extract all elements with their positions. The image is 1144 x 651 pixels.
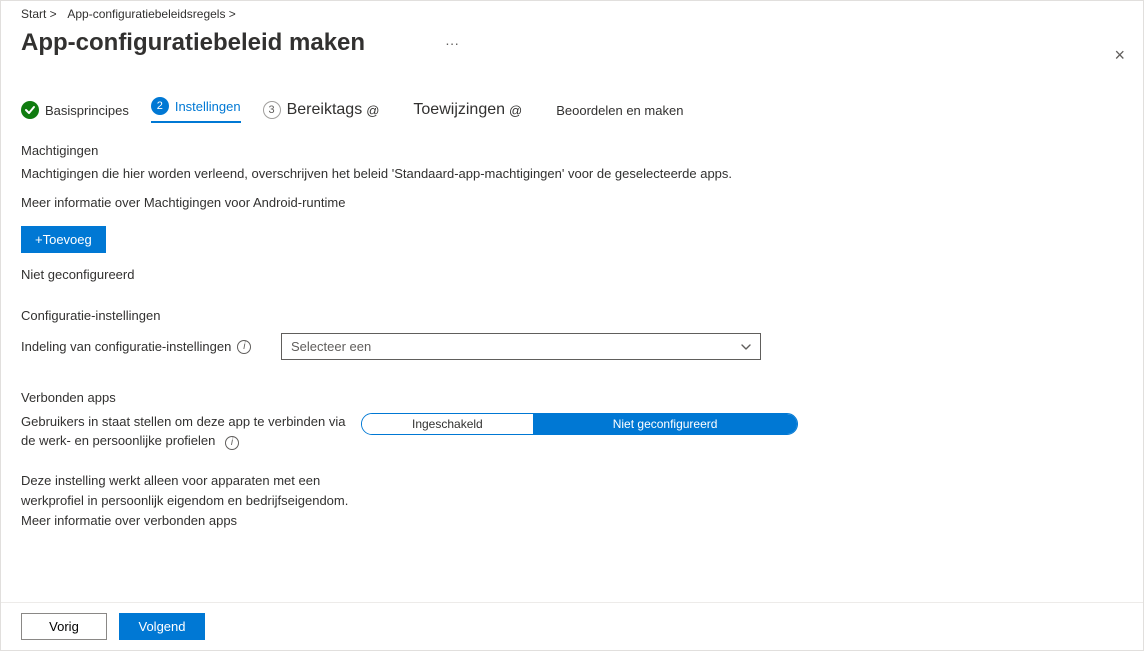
permissions-status: Niet geconfigureerd [21, 267, 1123, 282]
page-title: App-configuratiebeleid maken [21, 29, 365, 57]
config-settings-heading: Configuratie-instellingen [21, 308, 1123, 323]
breadcrumb-home[interactable]: Start > [21, 7, 57, 21]
at-marker: @ [366, 103, 379, 118]
more-actions-icon[interactable]: ··· [445, 35, 459, 51]
connected-apps-toggle[interactable]: Ingeschakeld Niet geconfigureerd [361, 413, 798, 435]
close-icon[interactable]: × [1114, 45, 1125, 66]
connected-apps-heading: Verbonden apps [21, 390, 1123, 405]
step-assignments[interactable]: Toewijzingen @ [413, 101, 522, 119]
step-number-badge: 3 [263, 101, 281, 119]
permissions-learn-more-link[interactable]: Meer informatie over Machtigingen voor A… [21, 195, 1123, 210]
connected-apps-label: Gebruikers in staat stellen om deze app … [21, 414, 345, 448]
at-marker: @ [509, 103, 522, 118]
wizard-footer: Vorig Volgend [1, 602, 1143, 650]
step-label: Bereiktags [287, 101, 363, 119]
step-label: Basisprincipes [45, 103, 129, 118]
breadcrumb: Start > App-configuratiebeleidsregels > [1, 1, 1143, 21]
step-label: Instellingen [175, 99, 241, 114]
toggle-option-not-configured[interactable]: Niet geconfigureerd [533, 414, 798, 434]
wizard-progress: Basisprincipes 2 Instellingen 3 Bereikta… [1, 77, 1143, 139]
info-icon[interactable]: i [237, 340, 251, 354]
step-number-badge: 2 [151, 97, 169, 115]
add-permission-button[interactable]: +Toevoeg [21, 226, 106, 253]
checkmark-icon [21, 101, 39, 119]
permissions-heading: Machtigingen [21, 143, 1123, 158]
permissions-description: Machtigingen die hier worden verleend, o… [21, 166, 1123, 181]
select-placeholder: Selecteer een [291, 339, 371, 354]
step-review[interactable]: Beoordelen en maken [556, 103, 683, 118]
step-basics[interactable]: Basisprincipes [21, 101, 129, 119]
previous-button[interactable]: Vorig [21, 613, 107, 640]
breadcrumb-policies[interactable]: App-configuratiebeleidsregels > [67, 7, 235, 21]
next-button[interactable]: Volgend [119, 613, 205, 640]
connected-apps-note: Deze instelling werkt alleen voor appara… [21, 471, 361, 531]
config-format-label: Indeling van configuratie-instellingen [21, 339, 231, 354]
toggle-option-enabled[interactable]: Ingeschakeld [362, 414, 533, 434]
chevron-down-icon [741, 342, 751, 352]
step-settings[interactable]: 2 Instellingen [151, 97, 241, 123]
info-icon[interactable]: i [225, 436, 239, 450]
config-format-select[interactable]: Selecteer een [281, 333, 761, 360]
step-scope-tags[interactable]: 3 Bereiktags @ [263, 101, 380, 119]
step-label: Beoordelen en maken [556, 103, 683, 118]
step-label: Toewijzingen [413, 101, 505, 119]
